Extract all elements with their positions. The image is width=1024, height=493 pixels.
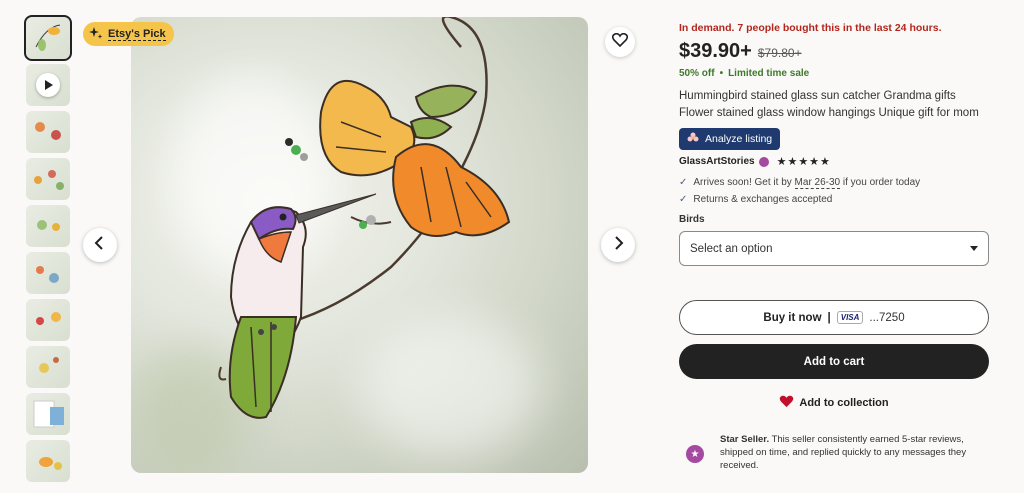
heart-filled-icon [779,395,794,411]
badge-label: Etsy's Pick [108,27,166,41]
limited-time-label: Limited time sale [728,68,810,79]
arrival-date[interactable]: Mar 26-30 [794,177,841,189]
star-seller-title: Star Seller. [720,434,770,445]
favorite-button[interactable] [605,27,635,57]
thumbnail-1[interactable] [24,15,72,61]
heart-outline-icon [611,32,629,52]
price-row: $39.90+ $79.80+ [679,40,991,63]
discount-separator: • [719,68,724,79]
returns-info: ✓ Returns & exchanges accepted [679,194,991,205]
product-title: Hummingbird stained glass sun catcher Gr… [679,90,979,119]
variation-select[interactable]: Select an option [679,231,989,266]
rating-stars[interactable]: ★★★★★ [777,155,831,168]
flower-icon [687,132,699,147]
check-icon: ✓ [679,194,688,205]
thumbnail-3[interactable] [26,111,70,153]
chevron-right-icon [612,235,624,255]
arrival-info: ✓ Arrives soon! Get it by Mar 26-30 if y… [679,177,991,189]
add-to-cart-button[interactable]: Add to cart [679,344,989,379]
add-to-collection-label: Add to collection [799,397,889,409]
returns-text: Returns & exchanges accepted [693,194,833,205]
buy-it-now-button[interactable]: Buy it now | VISA ...7250 [679,300,989,335]
seller-row: GlassArtStories ★★★★★ [679,155,991,168]
play-icon [36,73,60,97]
thumbnail-strip [24,15,72,487]
thumbnail-10[interactable] [26,440,70,482]
check-icon: ✓ [679,177,688,188]
demand-notice: In demand. 7 people bought this in the l… [679,22,942,34]
star-seller-icon: ★ [686,445,704,463]
thumbnail-video[interactable] [26,64,70,106]
hummingbird-suncatcher-illustration [218,17,511,419]
product-main-image[interactable] [131,17,588,473]
seller-name-link[interactable]: GlassArtStories [679,156,755,167]
visa-card-icon: VISA [836,311,864,324]
buy-it-now-label: Buy it now [763,311,822,324]
thumbnail-8[interactable] [26,346,70,388]
analyze-listing-button[interactable]: Analyze listing [679,128,781,150]
select-placeholder: Select an option [690,242,773,255]
etsys-pick-badge: Etsy's Pick [83,22,174,46]
discount-percent: 50% off [679,68,715,79]
thumbnail-7[interactable] [26,299,70,341]
variation-label: Birds [679,214,705,225]
arrival-prefix: Arrives soon! Get it by [693,177,795,188]
product-info-panel: In demand. 7 people bought this in the l… [679,22,991,266]
original-price: $79.80+ [757,46,802,60]
thumbnail-4[interactable] [26,158,70,200]
analyze-listing-label: Analyze listing [705,133,773,145]
discount-row: 50% off • Limited time sale [679,68,991,79]
next-image-button[interactable] [601,228,635,262]
card-number: ...7250 [869,311,905,324]
star-seller-badge-icon [758,156,769,167]
arrival-suffix: if you order today [840,177,921,188]
thumbnail-5[interactable] [26,205,70,247]
previous-image-button[interactable] [83,228,117,262]
thumbnail-6[interactable] [26,252,70,294]
buy-separator: | [827,311,831,324]
thumbnail-9[interactable] [26,393,70,435]
add-to-cart-label: Add to cart [803,355,865,368]
shipping-info-list: ✓ Arrives soon! Get it by Mar 26-30 if y… [679,177,991,205]
add-to-collection-button[interactable]: Add to collection [679,395,989,411]
current-price: $39.90+ [679,40,752,62]
star-seller-info: ★ Star Seller. This seller consistently … [686,433,986,472]
chevron-left-icon [94,235,106,255]
sparkle-icon [89,26,103,43]
dropdown-arrow-icon [970,246,978,251]
